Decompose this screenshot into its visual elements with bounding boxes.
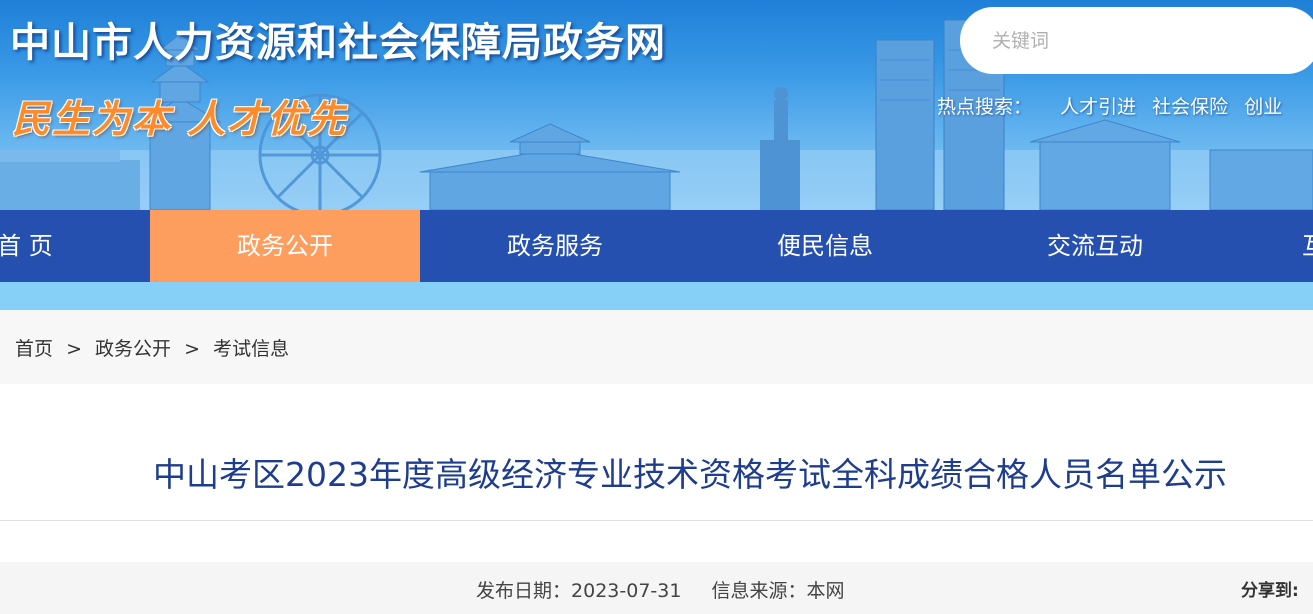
- slogan: 民生为本 人才优先: [12, 96, 348, 141]
- search-input[interactable]: [990, 25, 1290, 57]
- title-divider: [0, 520, 1313, 521]
- breadcrumb-exam-info[interactable]: 考试信息: [213, 338, 289, 360]
- nav-underband: [0, 282, 1313, 310]
- publish-date: 2023-07-31: [571, 580, 682, 602]
- main-nav: 首 页 政务公开 政务服务 便民信息 交流互动 互: [0, 210, 1313, 282]
- breadcrumb-bar: 首页 > 政务公开 > 考试信息: [0, 310, 1313, 384]
- nav-item-overflow[interactable]: 互: [1302, 210, 1313, 282]
- article-title: 中山考区2023年度高级经济专业技术资格考试全科成绩合格人员名单公示: [153, 455, 1227, 494]
- breadcrumb-separator: >: [66, 338, 82, 360]
- breadcrumb-home[interactable]: 首页: [15, 338, 53, 360]
- hot-search-link-talent[interactable]: 人才引进: [1060, 96, 1136, 118]
- nav-item-interaction[interactable]: 交流互动: [960, 210, 1230, 282]
- article-meta: 发布日期：2023-07-31 信息来源：本网: [476, 576, 844, 603]
- nav-item-services[interactable]: 政务服务: [420, 210, 690, 282]
- nav-item-public-info[interactable]: 便民信息: [690, 210, 960, 282]
- source-value: 本网: [806, 580, 845, 602]
- publish-date-label: 发布日期：: [476, 580, 572, 602]
- breadcrumb-separator: >: [184, 338, 201, 360]
- nav-item-government-affairs[interactable]: 政务公开: [150, 210, 420, 282]
- search-box[interactable]: [960, 7, 1313, 74]
- breadcrumb-government-affairs[interactable]: 政务公开: [95, 338, 171, 360]
- breadcrumb: 首页 > 政务公开 > 考试信息: [15, 334, 289, 361]
- hot-search: 热点搜索： 人才引进 社会保险 创业: [937, 92, 1292, 119]
- share-label: 分享到:: [1241, 581, 1299, 601]
- hot-search-link-social-insurance[interactable]: 社会保险: [1152, 96, 1228, 118]
- source-label: 信息来源：: [711, 580, 807, 602]
- hot-search-label: 热点搜索：: [937, 96, 1033, 118]
- hot-search-link-entrepreneurship[interactable]: 创业: [1244, 96, 1282, 118]
- header-banner: 中山市人力资源和社会保障局政务网 民生为本 人才优先 热点搜索： 人才引进 社会…: [0, 0, 1313, 210]
- article-meta-bar: 发布日期：2023-07-31 信息来源：本网 分享到:: [0, 562, 1313, 614]
- nav-item-home[interactable]: 首 页: [0, 210, 65, 282]
- site-title: 中山市人力资源和社会保障局政务网: [10, 20, 666, 66]
